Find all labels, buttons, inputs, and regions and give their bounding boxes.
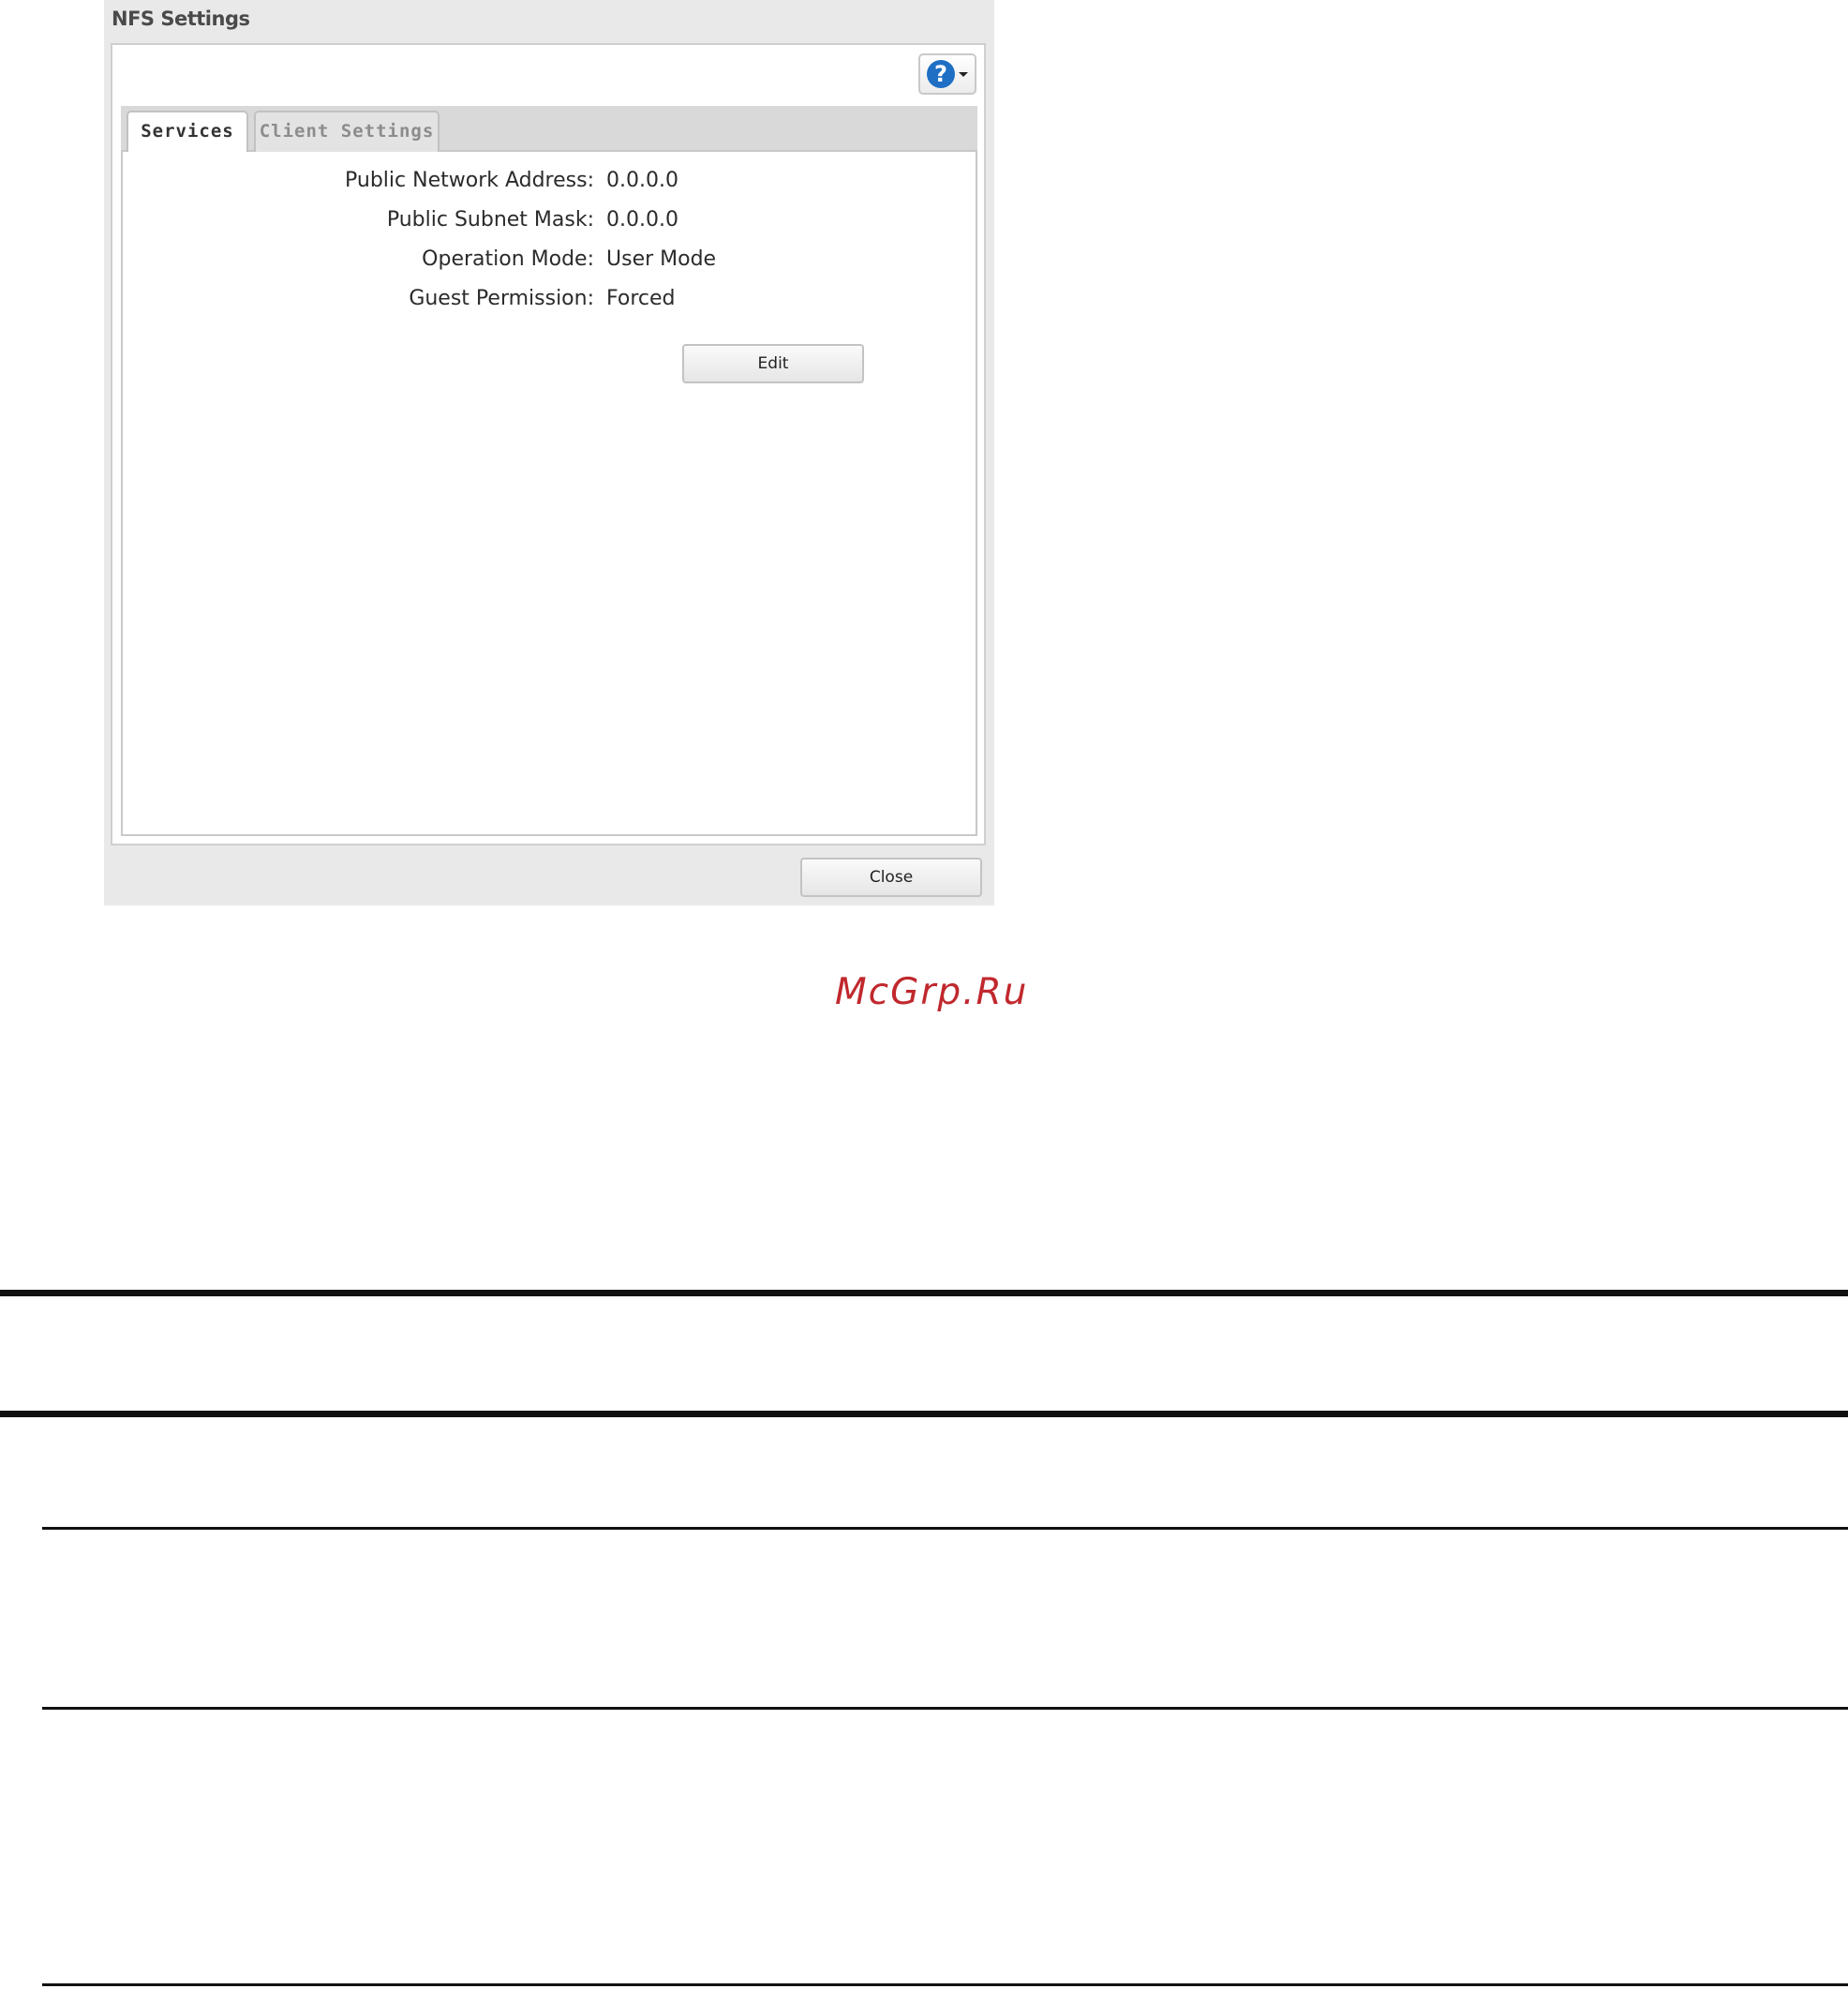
- help-menu-button[interactable]: ?: [918, 53, 976, 95]
- field-operation-mode: Operation Mode: User Mode: [123, 247, 976, 276]
- divider-rule: [42, 1527, 1848, 1530]
- divider-rule: [0, 1290, 1848, 1296]
- field-label: Public Network Address:: [345, 169, 594, 192]
- field-value: User Mode: [606, 247, 717, 271]
- field-label: Public Subnet Mask:: [386, 208, 594, 232]
- divider-rule: [42, 1707, 1848, 1710]
- watermark-text: McGrp.Ru: [835, 971, 1029, 1013]
- field-value: Forced: [606, 287, 676, 310]
- field-value: 0.0.0.0: [606, 208, 678, 232]
- tab-client-settings[interactable]: Client Settings: [254, 111, 440, 152]
- help-icon: ?: [927, 60, 955, 88]
- field-public-subnet-mask: Public Subnet Mask: 0.0.0.0: [123, 208, 976, 236]
- tab-strip: Services Client Settings: [121, 106, 977, 154]
- chevron-down-icon: [959, 71, 968, 77]
- divider-rule: [0, 1411, 1848, 1417]
- field-label: Guest Permission:: [409, 287, 594, 310]
- field-public-network-address: Public Network Address: 0.0.0.0: [123, 169, 976, 197]
- field-guest-permission: Guest Permission: Forced: [123, 287, 976, 315]
- close-button[interactable]: Close: [800, 858, 982, 897]
- field-label: Operation Mode:: [422, 247, 594, 271]
- dialog-body: ? Services Client Settings Public Networ…: [111, 43, 986, 845]
- dialog-title: NFS Settings: [112, 7, 250, 30]
- field-value: 0.0.0.0: [606, 169, 678, 192]
- tab-services[interactable]: Services: [127, 111, 248, 154]
- divider-rule: [42, 1983, 1848, 1986]
- services-panel: Public Network Address: 0.0.0.0 Public S…: [121, 152, 977, 836]
- nfs-settings-dialog: NFS Settings ? Services Client Settings …: [104, 0, 994, 905]
- edit-button[interactable]: Edit: [682, 344, 864, 383]
